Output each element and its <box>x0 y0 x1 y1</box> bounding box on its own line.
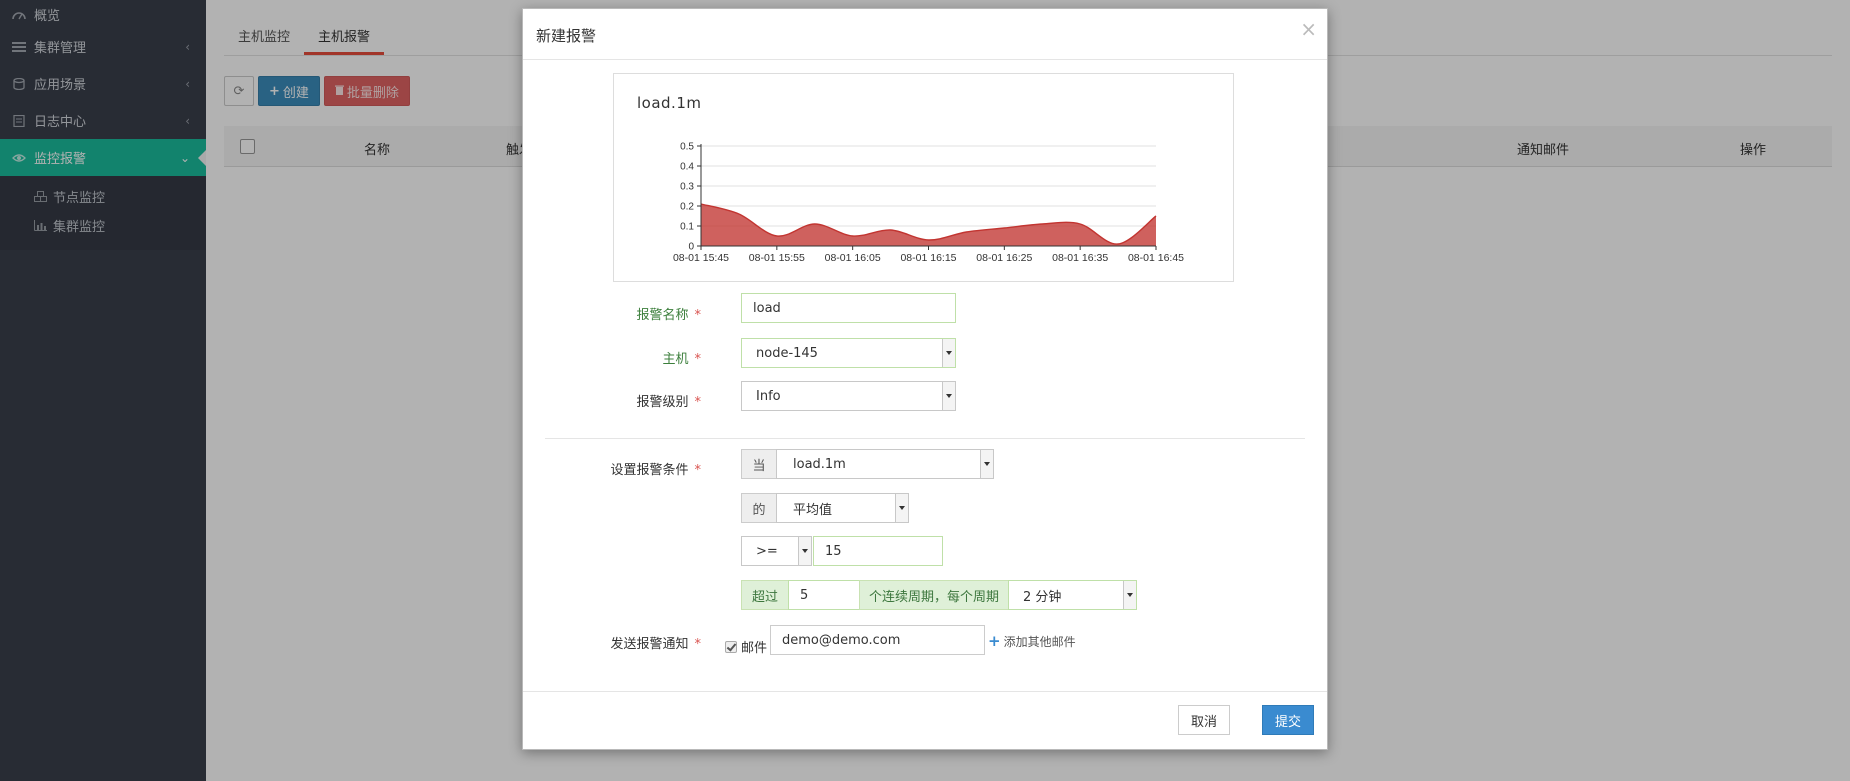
x-tick-label: 08-01 15:55 <box>749 252 805 264</box>
operator-select-value: >= <box>756 543 778 559</box>
chart-canvas: 0 0.1 0.2 0.3 0.4 0.5 08-01 15:45 08-01 15:55 08… <box>673 142 1184 265</box>
periods-input[interactable]: 5 <box>788 580 860 610</box>
x-tick-label: 08-01 16:35 <box>1052 252 1108 264</box>
y-tick-label: 0.4 <box>680 162 694 173</box>
period-text-addon: 个连续周期，每个周期 <box>859 580 1009 610</box>
alarm-level-select[interactable]: Info <box>741 381 956 411</box>
aggregate-select[interactable]: 平均值 <box>776 493 909 523</box>
chevron-down-icon <box>942 339 955 367</box>
cancel-button[interactable]: 取消 <box>1177 705 1230 735</box>
metric-select[interactable]: load.1m <box>776 449 994 479</box>
alarm-name-label-text: 报警名称 <box>636 308 689 323</box>
alarm-name-label: 报警名称 * <box>523 304 701 323</box>
y-tick-label: 0.3 <box>680 182 694 193</box>
x-tick-label: 08-01 16:05 <box>825 252 881 264</box>
exceed-addon: 超过 <box>741 580 789 610</box>
email-input[interactable]: demo@demo.com <box>770 625 985 655</box>
email-checkbox[interactable] <box>725 641 737 653</box>
required-mark: * <box>694 395 702 410</box>
metric-select-value: load.1m <box>793 456 846 472</box>
alarm-name-input[interactable]: load <box>741 293 956 323</box>
alarm-level-value: Info <box>756 388 781 404</box>
notify-label: 发送报警通知 * <box>523 633 701 652</box>
required-mark: * <box>694 463 702 478</box>
new-alarm-dialog: 新建报警 × load.1m 0 0.1 0.2 0.3 0.4 0.5 08-01 15:… <box>522 8 1328 750</box>
modal-header: 新建报警 × <box>523 9 1327 60</box>
metric-chart: load.1m 0 0.1 0.2 0.3 0.4 0.5 08-01 15:45 08-01… <box>613 73 1234 282</box>
chevron-down-icon <box>798 537 811 565</box>
host-label-text: 主机 <box>662 352 689 367</box>
y-tick-label: 0.1 <box>680 222 694 233</box>
chevron-down-icon <box>942 382 955 410</box>
operator-select[interactable]: >= <box>741 536 812 566</box>
modal-title: 新建报警 <box>536 27 597 45</box>
x-tick-label: 08-01 16:15 <box>900 252 956 264</box>
host-select-value: node-145 <box>756 345 818 361</box>
alarm-level-label: 报警级别 * <box>523 391 701 410</box>
x-tick-label: 08-01 15:45 <box>673 252 729 264</box>
condition-label-text: 设置报警条件 <box>610 463 689 478</box>
required-mark: * <box>694 352 702 367</box>
chevron-down-icon <box>895 494 908 522</box>
email-checkbox-label: 邮件 <box>741 641 768 656</box>
submit-button[interactable]: 提交 <box>1261 705 1314 735</box>
add-other-email-link[interactable]: + 添加其他邮件 <box>988 632 1076 650</box>
required-mark: * <box>694 637 702 652</box>
y-tick-label: 0.2 <box>680 202 694 213</box>
close-icon[interactable]: × <box>1300 17 1317 41</box>
condition-label: 设置报警条件 * <box>523 459 701 478</box>
required-mark: * <box>694 308 702 323</box>
host-select[interactable]: node-145 <box>741 338 956 368</box>
threshold-input[interactable]: 15 <box>813 536 943 566</box>
x-tick-label: 08-01 16:25 <box>976 252 1032 264</box>
chevron-down-icon <box>980 450 993 478</box>
chevron-down-icon <box>1123 581 1136 609</box>
alarm-level-label-text: 报警级别 <box>636 395 689 410</box>
modal-footer: 取消 提交 <box>523 691 1327 750</box>
form-divider <box>545 438 1305 439</box>
of-addon: 的 <box>741 493 777 523</box>
add-other-email-label: 添加其他邮件 <box>1003 634 1076 649</box>
plus-icon: + <box>988 632 1001 650</box>
aggregate-select-value: 平均值 <box>793 502 833 518</box>
period-select-value: 2 分钟 <box>1023 589 1062 605</box>
period-select[interactable]: 2 分钟 <box>1008 580 1137 610</box>
notify-label-text: 发送报警通知 <box>610 637 689 652</box>
when-addon: 当 <box>741 449 777 479</box>
y-tick-label: 0.5 <box>680 142 694 153</box>
x-tick-label: 08-01 16:45 <box>1128 252 1184 264</box>
y-tick-label: 0 <box>688 242 694 253</box>
host-label: 主机 * <box>523 348 701 367</box>
